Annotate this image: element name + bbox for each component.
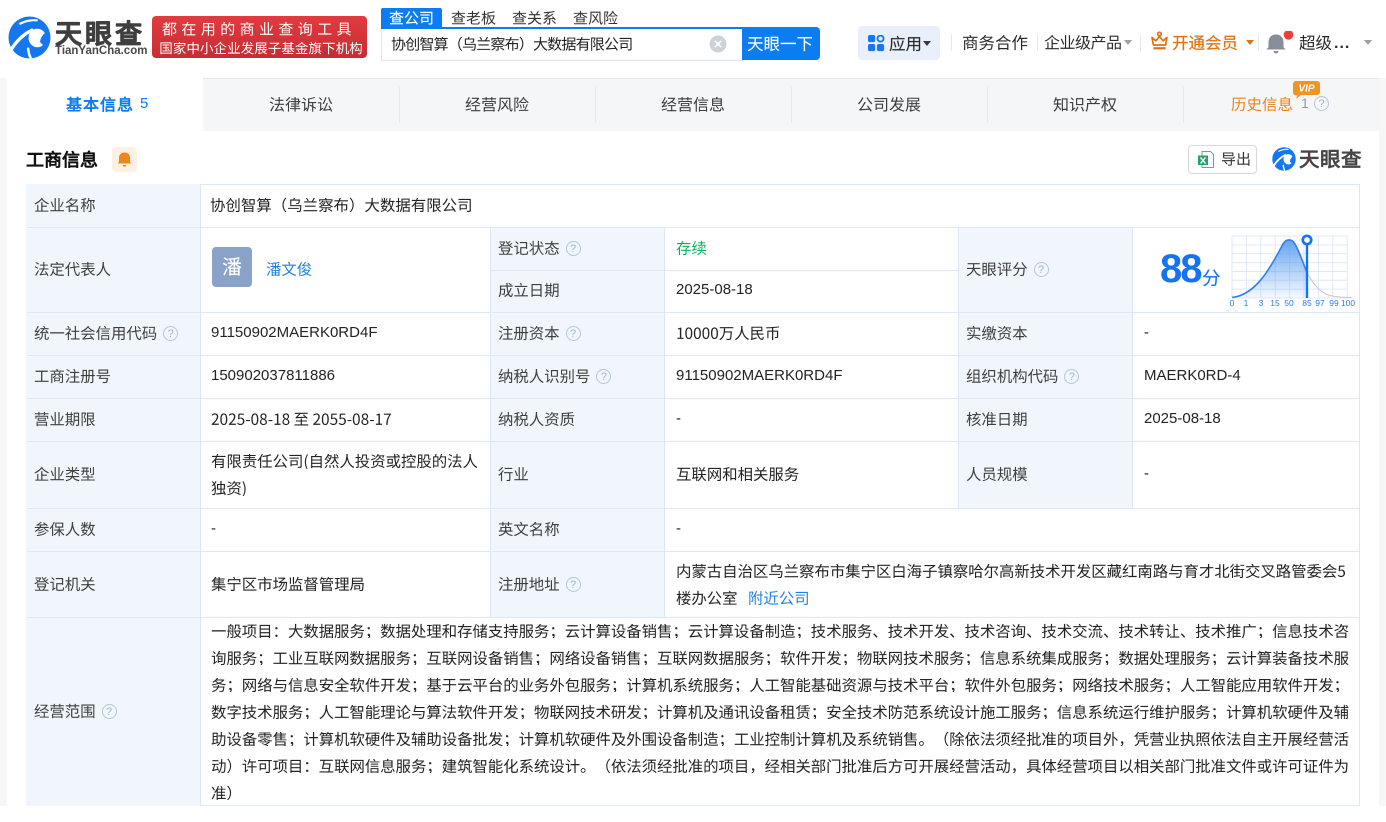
svg-text:VIP: VIP xyxy=(1298,84,1314,95)
